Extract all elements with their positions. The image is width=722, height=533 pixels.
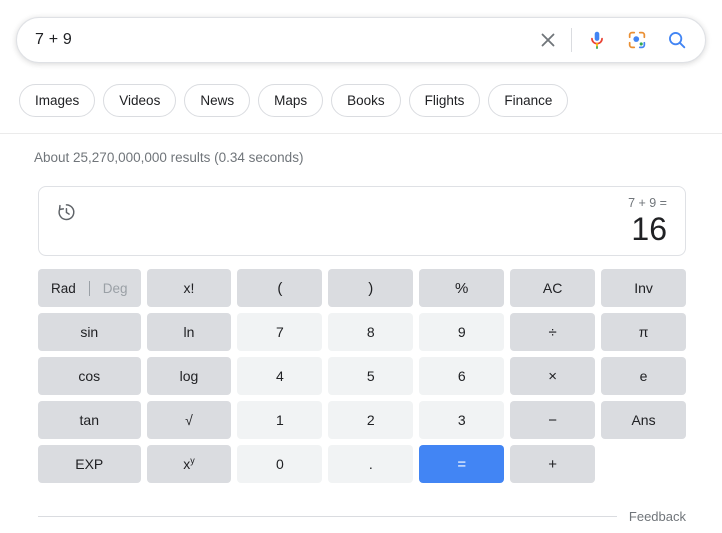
- close-icon[interactable]: [535, 27, 561, 53]
- google-lens-icon[interactable]: [625, 28, 649, 52]
- calculator-display: 7 + 9 = 16: [38, 186, 686, 256]
- key-add[interactable]: +: [510, 445, 596, 483]
- key-equals[interactable]: =: [419, 445, 505, 483]
- calculator-expression: 7 + 9 =: [628, 196, 667, 210]
- filter-chip-finance[interactable]: Finance: [488, 84, 569, 117]
- key-deg[interactable]: Deg: [90, 281, 141, 296]
- header-divider: [0, 133, 722, 134]
- search-filter-chips: Images Videos News Maps Books Flights Fi…: [19, 84, 569, 117]
- key-power-label: xy: [183, 455, 195, 472]
- filter-chip-videos[interactable]: Videos: [103, 84, 177, 117]
- search-bar-divider: [571, 28, 572, 52]
- chip-label: Videos: [119, 93, 161, 108]
- filter-chip-images[interactable]: Images: [19, 84, 96, 117]
- key-5[interactable]: 5: [328, 357, 414, 395]
- key-6[interactable]: 6: [419, 357, 505, 395]
- search-bar-container: 7 + 9: [16, 17, 706, 63]
- key-decimal-point[interactable]: .: [328, 445, 414, 483]
- footer-divider: [38, 516, 617, 517]
- chip-label: Flights: [424, 93, 465, 108]
- key-1[interactable]: 1: [237, 401, 323, 439]
- key-rad[interactable]: Rad: [38, 281, 89, 296]
- history-icon[interactable]: [55, 201, 77, 223]
- calculator-widget: 7 + 9 = 16 Rad Deg x! ( ) % AC Inv sin l…: [38, 186, 686, 483]
- key-power[interactable]: xy: [146, 445, 232, 483]
- key-9[interactable]: 9: [419, 313, 505, 351]
- filter-chip-maps[interactable]: Maps: [258, 84, 324, 117]
- calculator-result: 16: [631, 211, 667, 247]
- key-sin[interactable]: sin: [38, 313, 141, 351]
- key-8[interactable]: 8: [328, 313, 414, 351]
- key-ln[interactable]: ln: [146, 313, 232, 351]
- key-close-paren[interactable]: ): [328, 269, 414, 307]
- key-inverse[interactable]: Inv: [601, 269, 686, 307]
- filter-chip-news[interactable]: News: [184, 84, 251, 117]
- search-icon[interactable]: [665, 28, 689, 52]
- key-4[interactable]: 4: [237, 357, 323, 395]
- key-log[interactable]: log: [146, 357, 232, 395]
- feedback-link[interactable]: Feedback: [629, 509, 686, 524]
- calculator-keypad: Rad Deg x! ( ) % AC Inv sin ln 7 8 9 ÷ π…: [38, 269, 686, 483]
- chip-label: News: [200, 93, 235, 108]
- search-bar[interactable]: 7 + 9: [16, 17, 706, 63]
- results-count: About 25,270,000,000 results (0.34 secon…: [34, 150, 304, 165]
- key-2[interactable]: 2: [328, 401, 414, 439]
- key-7[interactable]: 7: [237, 313, 323, 351]
- microphone-icon[interactable]: [585, 27, 609, 53]
- key-all-clear[interactable]: AC: [510, 269, 596, 307]
- key-percent[interactable]: %: [419, 269, 505, 307]
- calculator-footer: Feedback: [38, 509, 686, 524]
- key-divide[interactable]: ÷: [510, 313, 596, 351]
- filter-chip-flights[interactable]: Flights: [408, 84, 481, 117]
- key-subtract[interactable]: −: [510, 401, 596, 439]
- filter-chip-books[interactable]: Books: [331, 84, 401, 117]
- key-open-paren[interactable]: (: [237, 269, 323, 307]
- calculator-output: 7 + 9 = 16: [628, 195, 667, 247]
- chip-label: Images: [35, 93, 80, 108]
- key-euler[interactable]: e: [601, 357, 686, 395]
- key-tan[interactable]: tan: [38, 401, 141, 439]
- key-cos[interactable]: cos: [38, 357, 141, 395]
- key-answer[interactable]: Ans: [601, 401, 686, 439]
- key-pi[interactable]: π: [601, 313, 686, 351]
- key-exponent[interactable]: EXP: [38, 445, 141, 483]
- key-square-root[interactable]: √: [146, 401, 232, 439]
- key-3[interactable]: 3: [419, 401, 505, 439]
- chip-label: Finance: [504, 93, 553, 108]
- key-rad-deg-toggle[interactable]: Rad Deg: [38, 269, 141, 307]
- chip-label: Maps: [274, 93, 308, 108]
- key-0[interactable]: 0: [237, 445, 323, 483]
- key-multiply[interactable]: ×: [510, 357, 596, 395]
- key-factorial[interactable]: x!: [146, 269, 232, 307]
- search-input[interactable]: 7 + 9: [35, 31, 535, 49]
- chip-label: Books: [347, 93, 385, 108]
